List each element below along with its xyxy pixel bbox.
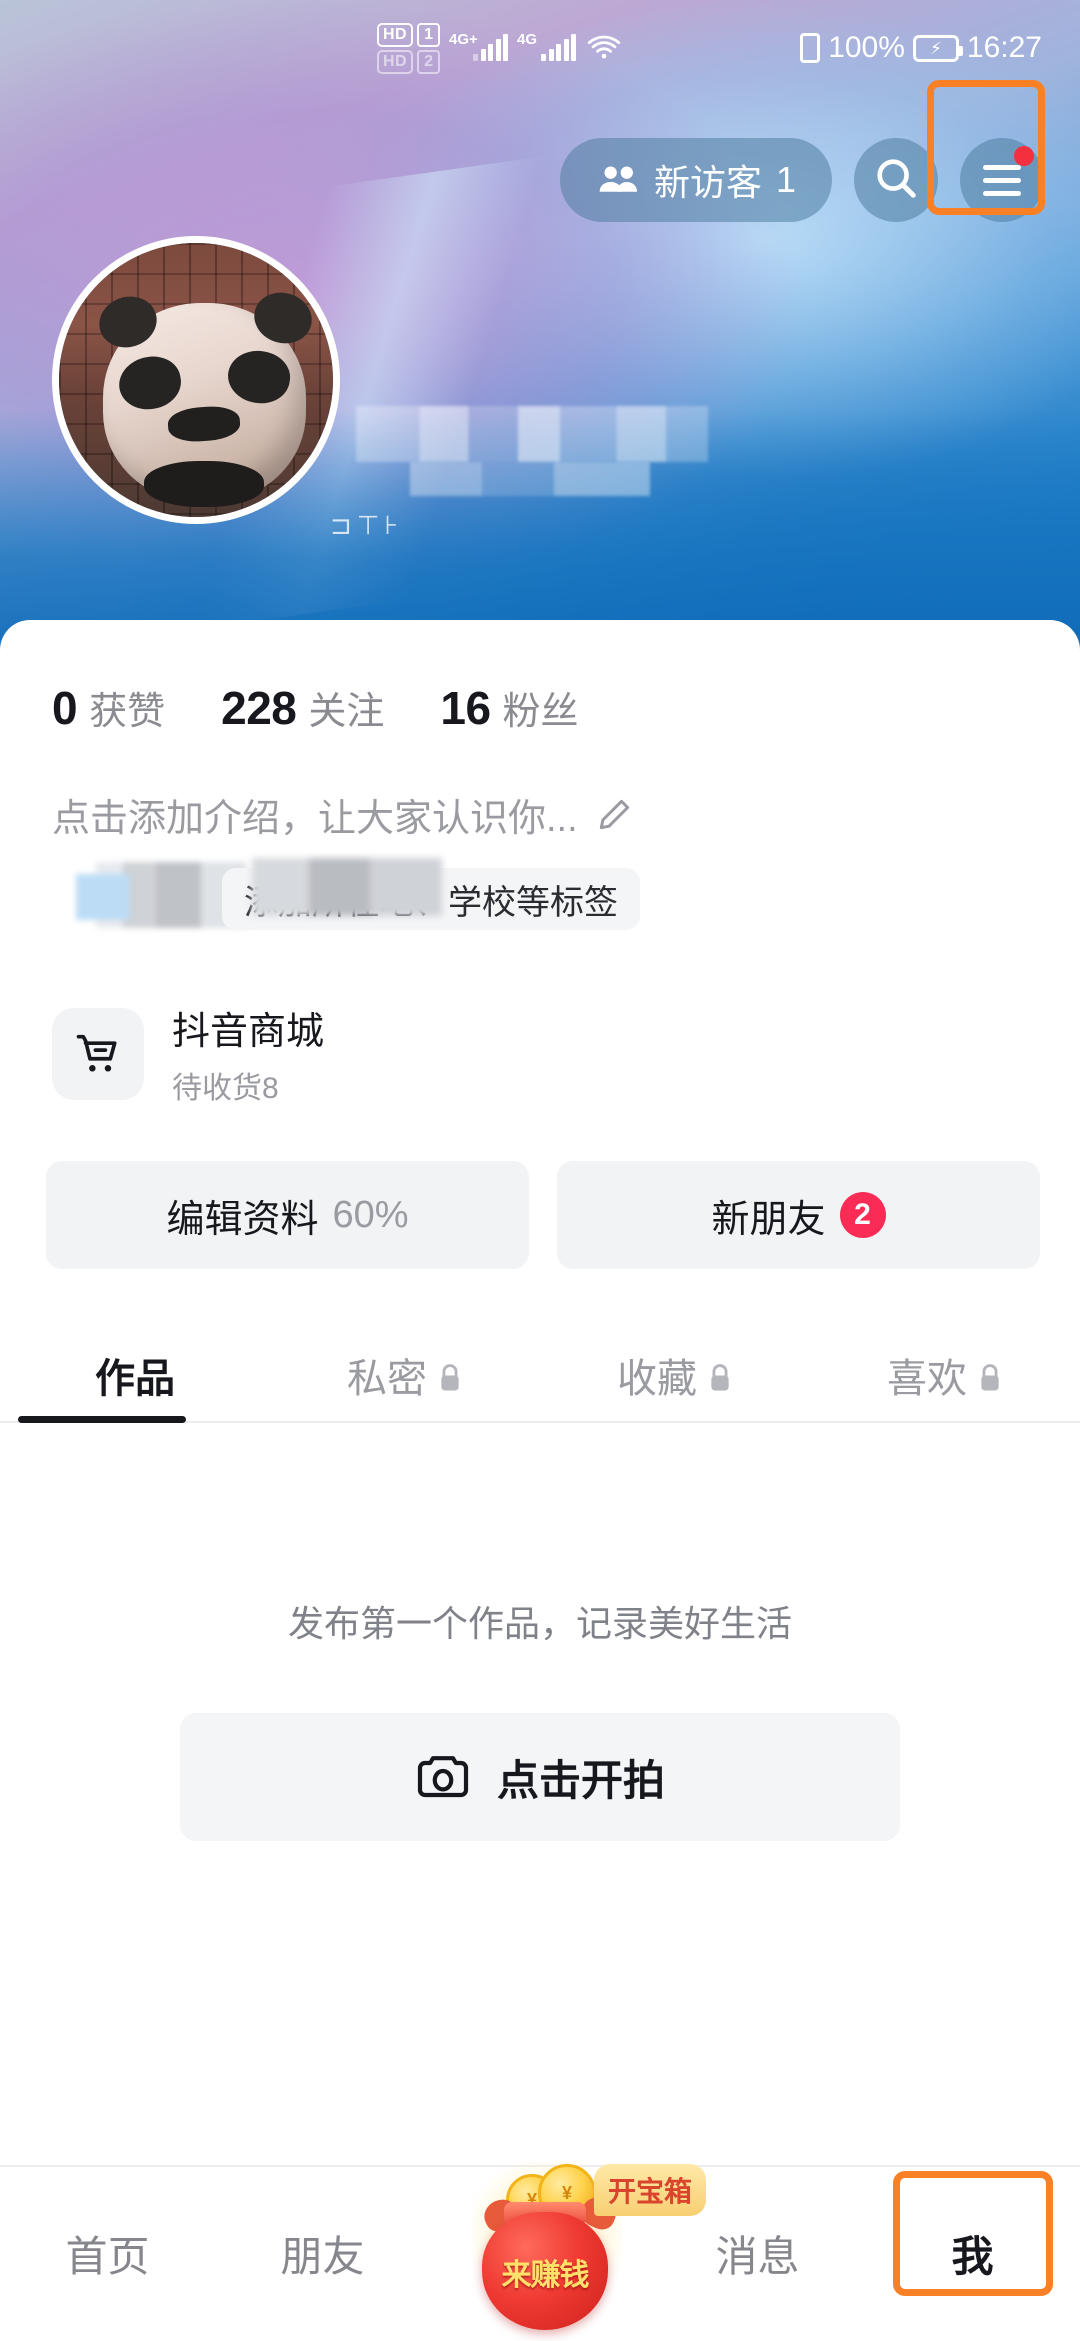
- network-type-sim1: 4G+: [449, 31, 478, 48]
- empty-state: 发布第一个作品，记录美好生活 点击开拍: [0, 1595, 1080, 1841]
- signal-sim1: 4G+: [449, 31, 508, 61]
- search-button[interactable]: [854, 138, 938, 222]
- stat-likes-value: 0: [52, 682, 78, 734]
- stat-followers[interactable]: 16 粉丝: [440, 680, 578, 735]
- tab-collections[interactable]: 收藏: [540, 1327, 810, 1423]
- nav-item-home[interactable]: 首页: [0, 2166, 215, 2341]
- tab-private[interactable]: 私密: [270, 1327, 540, 1423]
- stat-likes-label: 获赞: [89, 691, 166, 733]
- bio-add-button[interactable]: 点击添加介绍，让大家认识你...: [0, 735, 1080, 842]
- tab-private-label: 私密: [347, 1357, 427, 1401]
- people-icon: [596, 162, 640, 198]
- douyin-mall-entry[interactable]: 抖音商城 待收货8: [0, 938, 1080, 1107]
- edit-profile-progress: 60%: [332, 1193, 409, 1236]
- network-type-sim2: 4G: [517, 31, 538, 48]
- hamburger-menu-button[interactable]: [960, 138, 1044, 222]
- dual-sim-indicator: HD 1 HD 2: [376, 22, 440, 74]
- lock-icon: [707, 1359, 733, 1391]
- user-id-fragment: ⊐⊤⊦: [330, 510, 403, 540]
- vibrate-icon: [800, 33, 821, 63]
- tag-row[interactable]: 添加所在地、学校等标签: [52, 858, 672, 938]
- stat-followers-value: 16: [440, 682, 491, 734]
- stat-followers-label: 粉丝: [502, 691, 579, 733]
- tab-active-underline: [18, 1416, 186, 1423]
- earn-money-label: 来赚钱: [501, 2259, 590, 2292]
- bottom-navigation-bar: 首页 朋友 ¥ ¥ 来赚钱 开宝箱 消息 我: [0, 2162, 1080, 2341]
- nav-friends-label: 朋友: [280, 2233, 365, 2280]
- panda-eye-left: [114, 352, 185, 415]
- tab-collections-label: 收藏: [617, 1357, 697, 1401]
- nav-messages-label: 消息: [715, 2233, 800, 2280]
- signal-sim2: 4G: [517, 31, 576, 61]
- edit-profile-label: 编辑资料: [166, 1198, 319, 1241]
- panda-eye-right: [223, 346, 294, 409]
- nav-item-friends[interactable]: 朋友: [215, 2166, 430, 2341]
- bio-placeholder-text: 点击添加介绍，让大家认识你...: [52, 798, 578, 840]
- signal-bars-sim2: [541, 34, 576, 61]
- tag-blurred-region-c: [252, 858, 442, 916]
- empty-state-message: 发布第一个作品，记录美好生活: [287, 1603, 792, 1644]
- profile-top-actions: 新访客 1: [0, 125, 1080, 235]
- new-friends-button[interactable]: 新朋友 2: [557, 1161, 1040, 1269]
- start-shooting-label: 点击开拍: [496, 1756, 665, 1804]
- start-shooting-button[interactable]: 点击开拍: [180, 1713, 900, 1841]
- panda-nose: [167, 404, 242, 444]
- new-friends-badge: 2: [839, 1192, 886, 1238]
- hamburger-menu-icon: [983, 164, 1021, 196]
- tab-works[interactable]: 作品: [0, 1327, 270, 1423]
- menu-notification-dot: [1014, 146, 1034, 166]
- battery-charging-icon: ⚡: [912, 34, 963, 62]
- hd-badge-sim1: HD: [376, 22, 414, 47]
- edit-profile-button[interactable]: 编辑资料 60%: [46, 1161, 529, 1269]
- mall-title: 抖音商城: [172, 1011, 325, 1053]
- signal-bars-sim1: [473, 34, 508, 61]
- hd-badge-sim2: HD: [376, 49, 414, 74]
- tab-likes-label: 喜欢: [887, 1357, 967, 1401]
- tag-blurred-region-b: [76, 874, 130, 920]
- nav-item-earn-money[interactable]: ¥ ¥ 来赚钱 开宝箱: [430, 2162, 707, 2341]
- status-bar: HD 1 HD 2 4G+ 4G 100% ⚡ 16:27: [0, 0, 1080, 96]
- avatar[interactable]: [52, 236, 340, 524]
- profile-action-buttons: 编辑资料 60% 新朋友 2: [0, 1107, 1080, 1269]
- battery-percent: 100%: [828, 31, 905, 64]
- shopping-cart-icon: [52, 1007, 144, 1100]
- avatar-panda-figure: [92, 286, 318, 507]
- tab-works-label: 作品: [95, 1357, 175, 1401]
- wifi-icon: [585, 34, 623, 62]
- tab-likes[interactable]: 喜欢: [810, 1327, 1080, 1423]
- pencil-icon: [594, 795, 634, 835]
- status-bar-clock: 16:27: [966, 31, 1042, 64]
- sim2-number: 2: [417, 49, 440, 74]
- stat-following[interactable]: 228 关注: [221, 680, 384, 735]
- search-icon: [873, 155, 919, 206]
- lock-icon: [977, 1359, 1003, 1391]
- new-friends-label: 新朋友: [711, 1198, 826, 1241]
- display-name-blurred-secondary: [410, 462, 650, 496]
- profile-stats-row: 0 获赞 228 关注 16 粉丝: [0, 620, 1080, 735]
- nav-home-label: 首页: [65, 2233, 150, 2280]
- mall-subtitle: 待收货8: [172, 1072, 279, 1105]
- profile-content-card: 0 获赞 228 关注 16 粉丝 点击添加介绍，让大家认识你... 添加所在地…: [0, 620, 1080, 2165]
- lock-icon: [437, 1359, 463, 1391]
- new-visitors-label: 新访客: [653, 162, 762, 203]
- nav-item-me[interactable]: 我: [865, 2166, 1080, 2341]
- new-visitors-button[interactable]: 新访客 1: [559, 138, 832, 222]
- nav-item-messages[interactable]: 消息: [650, 2166, 865, 2341]
- profile-tabs: 作品 私密 收藏 喜欢: [0, 1327, 1080, 1423]
- stat-following-label: 关注: [308, 691, 385, 733]
- camera-icon: [415, 1753, 471, 1801]
- new-visitors-count: 1: [775, 159, 796, 200]
- stat-following-value: 228: [221, 682, 297, 734]
- panda-chin: [144, 460, 265, 507]
- display-name-blurred: [356, 406, 708, 462]
- nav-me-label: 我: [951, 2233, 994, 2280]
- stat-likes[interactable]: 0 获赞: [52, 680, 165, 735]
- sim1-number: 1: [417, 22, 440, 47]
